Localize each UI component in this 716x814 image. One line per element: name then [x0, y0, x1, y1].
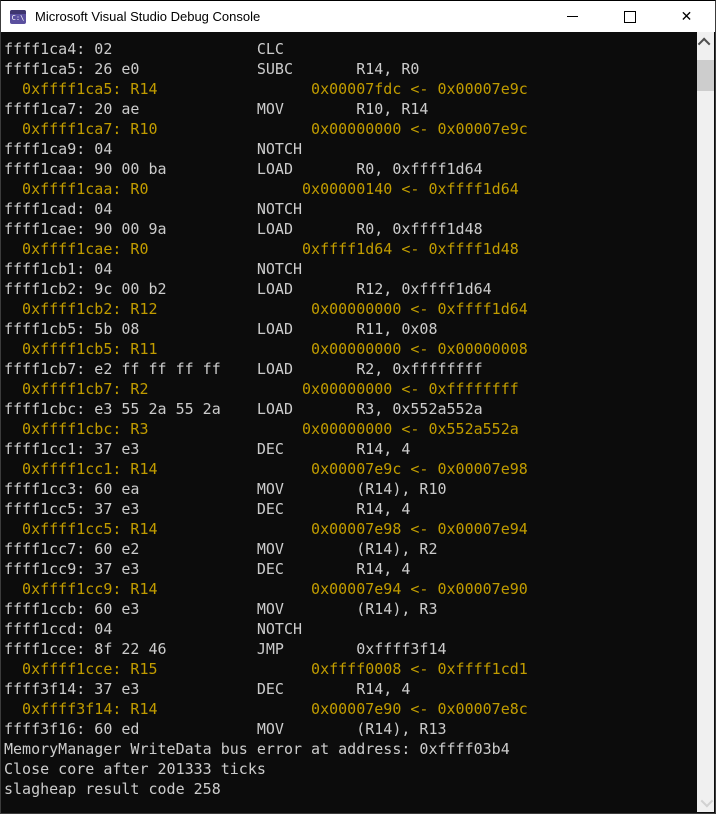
console-line-instruction: ffff1cb2: 9c 00 b2 LOAD R12, 0xffff1d64: [4, 280, 492, 298]
console-line-instruction: ffff1cc7: 60 e2 MOV (R14), R2: [4, 540, 438, 558]
scroll-down-button[interactable]: [697, 792, 714, 812]
scroll-up-button[interactable]: [697, 32, 714, 52]
minimize-icon: [567, 16, 578, 17]
scrollbar[interactable]: [697, 32, 714, 812]
console-line-register-update: 0xffff1ca7: R10 0x00000000 <- 0x00007e9c: [4, 120, 528, 138]
console-line-register-update: 0xffff1cb5: R11 0x00000000 <- 0x00000008: [4, 340, 528, 358]
console-line-register-update: 0xffff1cce: R15 0xffff0008 <- 0xffff1cd1: [4, 660, 528, 678]
console-line-message: slagheap result code 258: [4, 780, 221, 798]
console-line-instruction: ffff1ca4: 02 CLC: [4, 40, 357, 58]
close-icon: ✕: [680, 8, 693, 25]
console-line-register-update: 0xffff1cae: R0 0xffff1d64 <- 0xffff1d48: [4, 240, 519, 258]
console-line-instruction: ffff1ca9: 04 NOTCH: [4, 140, 357, 158]
console-line-instruction: ffff1caa: 90 00 ba LOAD R0, 0xffff1d64: [4, 160, 483, 178]
console-line-instruction: ffff1ca5: 26 e0 SUBC R14, R0: [4, 60, 420, 78]
scrollbar-thumb[interactable]: [697, 60, 714, 91]
console-line-message: MemoryManager WriteData bus error at add…: [4, 740, 510, 758]
close-button[interactable]: ✕: [658, 1, 715, 32]
console-line-instruction: ffff1cce: 8f 22 46 JMP 0xffff3f14: [4, 640, 447, 658]
maximize-button[interactable]: [601, 1, 658, 32]
maximize-icon: [623, 10, 636, 23]
console-line-instruction: ffff1cc1: 37 e3 DEC R14, 4: [4, 440, 411, 458]
console-line-register-update: 0xffff1cc9: R14 0x00007e94 <- 0x00007e90: [4, 580, 528, 598]
console-line-instruction: ffff1cb7: e2 ff ff ff ff LOAD R2, 0xffff…: [4, 360, 483, 378]
console-line-instruction: ffff1ca7: 20 ae MOV R10, R14: [4, 100, 429, 118]
console-line-instruction: ffff1cb1: 04 NOTCH: [4, 260, 357, 278]
console-line-instruction: ffff1cad: 04 NOTCH: [4, 200, 357, 218]
console-line-instruction: ffff1ccb: 60 e3 MOV (R14), R3: [4, 600, 438, 618]
console-line-register-update: 0xffff1cb7: R2 0x00000000 <- 0xffffffff: [4, 380, 519, 398]
console-output[interactable]: ffff1ca4: 02 CLC ffff1ca5: 26 e0 SUBC R1…: [2, 32, 697, 812]
window-title: Microsoft Visual Studio Debug Console: [35, 9, 261, 24]
console-line-register-update: 0xffff1cb2: R12 0x00000000 <- 0xffff1d64: [4, 300, 528, 318]
console-line-message: Close core after 201333 ticks: [4, 760, 266, 778]
debug-console-window: C:\ Microsoft Visual Studio Debug Consol…: [0, 0, 716, 814]
console-app-icon: C:\: [10, 9, 26, 24]
console-line-register-update: 0xffff1cbc: R3 0x00000000 <- 0x552a552a: [4, 420, 519, 438]
console-line-register-update: 0xffff1cc1: R14 0x00007e9c <- 0x00007e98: [4, 460, 528, 478]
minimize-button[interactable]: [544, 1, 601, 32]
console-line-register-update: 0xffff1cc5: R14 0x00007e98 <- 0x00007e94: [4, 520, 528, 538]
console-line-instruction: ffff1cc9: 37 e3 DEC R14, 4: [4, 560, 411, 578]
console-line-instruction: ffff1cc5: 37 e3 DEC R14, 4: [4, 500, 411, 518]
console-line-instruction: ffff1cae: 90 00 9a LOAD R0, 0xffff1d48: [4, 220, 483, 238]
console-line-instruction: ffff1cc3: 60 ea MOV (R14), R10: [4, 480, 447, 498]
console-line-instruction: ffff1cb5: 5b 08 LOAD R11, 0x08: [4, 320, 438, 338]
console-line-instruction: ffff3f16: 60 ed MOV (R14), R13: [4, 720, 447, 738]
console-line-register-update: 0xffff1caa: R0 0x00000140 <- 0xffff1d64: [4, 180, 519, 198]
titlebar[interactable]: C:\ Microsoft Visual Studio Debug Consol…: [1, 1, 715, 32]
chevron-down-icon: [700, 794, 714, 807]
window-controls: ✕: [544, 1, 715, 32]
console-line-instruction: ffff1cbc: e3 55 2a 55 2a LOAD R3, 0x552a…: [4, 400, 483, 418]
console-line-instruction: ffff3f14: 37 e3 DEC R14, 4: [4, 680, 411, 698]
chevron-up-icon: [697, 37, 711, 50]
console-line-register-update: 0xffff3f14: R14 0x00007e90 <- 0x00007e8c: [4, 700, 528, 718]
console-line-instruction: ffff1ccd: 04 NOTCH: [4, 620, 357, 638]
console-line-register-update: 0xffff1ca5: R14 0x00007fdc <- 0x00007e9c: [4, 80, 528, 98]
console-app-icon-label: C:\: [11, 13, 25, 22]
